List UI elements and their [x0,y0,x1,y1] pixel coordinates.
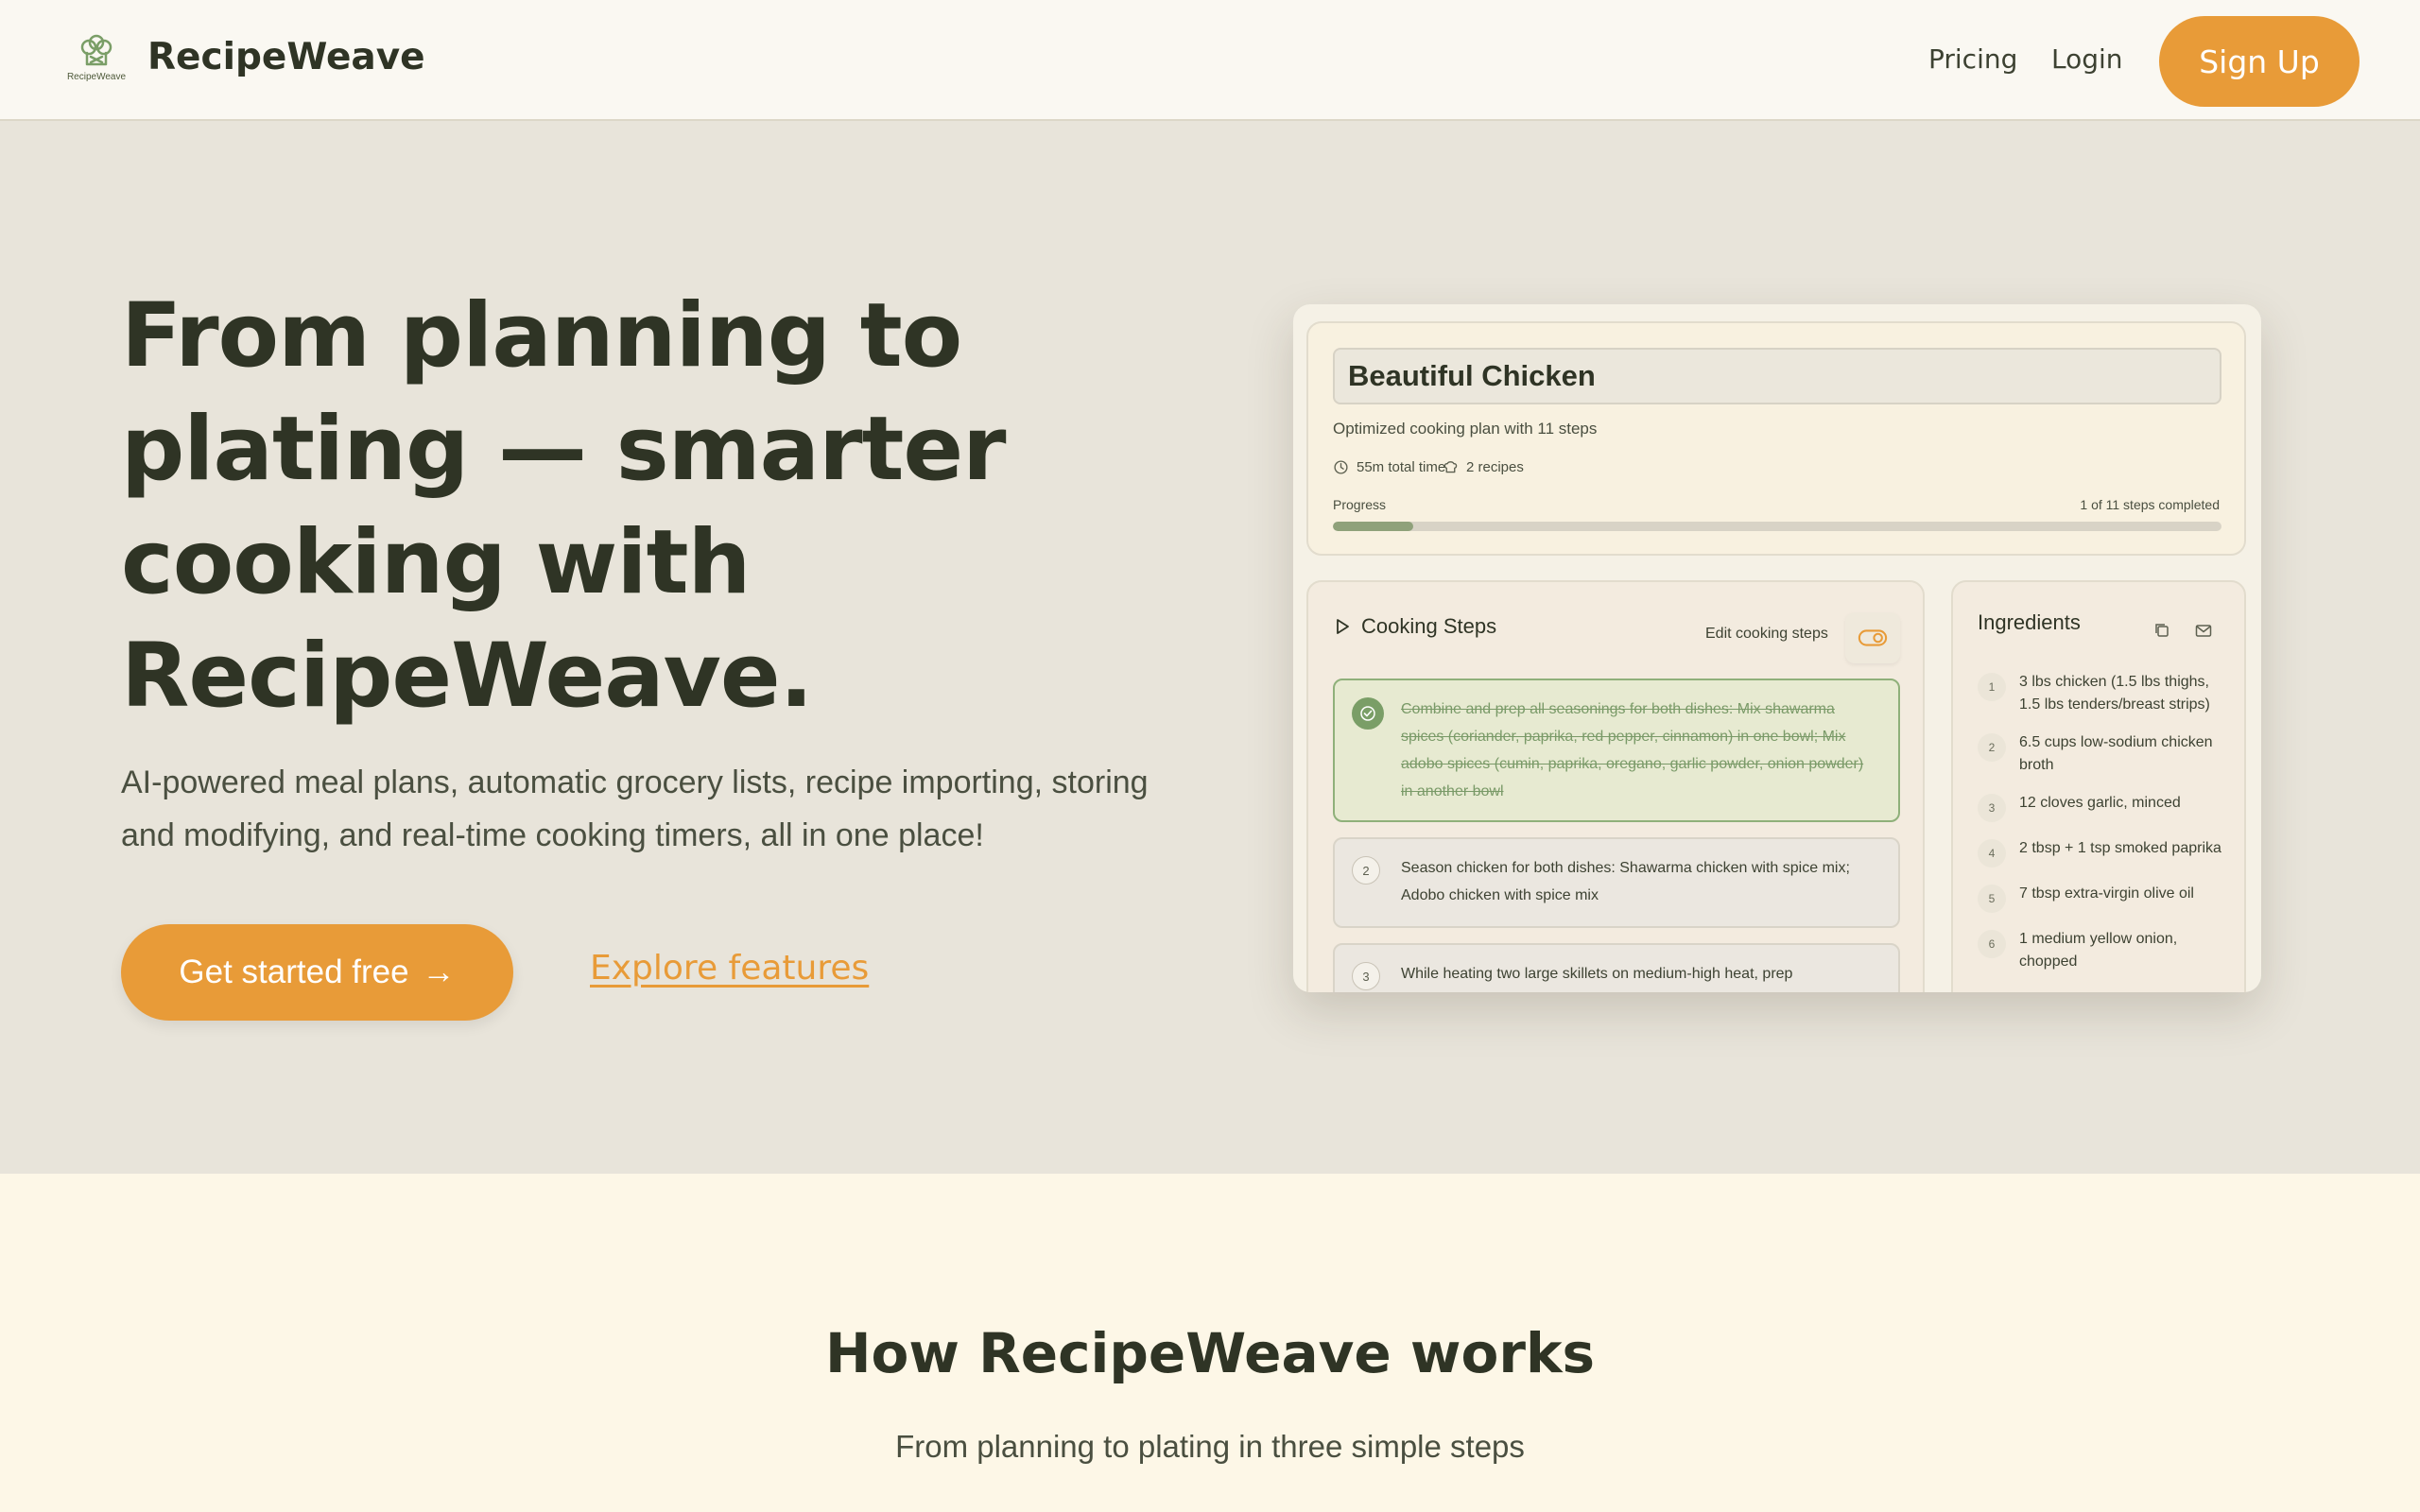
clock-icon [1334,460,1348,474]
total-time: 55m total time [1333,459,1445,475]
plan-subtitle: Optimized cooking plan with 11 steps [1333,420,1598,438]
edit-steps-toggle[interactable] [1845,612,1900,663]
ingredient-item: 3 12 cloves garlic, minced [1978,792,2233,822]
ingredient-number: 3 [1978,794,2006,822]
step-item-3[interactable]: 3 While heating two large skillets on me… [1333,943,1900,992]
app-preview: Beautiful Chicken Optimized cooking plan… [1293,304,2261,992]
play-icon [1337,619,1349,634]
nav-login-link[interactable]: Login [2051,43,2123,75]
site-header: RecipeWeave RecipeWeave Pricing Login Si… [0,0,2420,121]
ingredient-number: 4 [1978,839,2006,868]
arrow-right-icon: → [422,954,456,990]
total-time-text: 55m total time [1357,459,1446,475]
cooking-steps-card: Cooking Steps Edit cooking steps Combine… [1306,580,1925,992]
step-item-1[interactable]: Combine and prep all seasonings for both… [1333,679,1900,822]
hero-subtitle: AI-powered meal plans, automatic grocery… [121,765,1149,853]
get-started-button[interactable]: Get started free → [121,924,513,1021]
recipe-count-text: 2 recipes [1466,459,1524,475]
cooking-steps-title: Cooking Steps [1361,614,1497,638]
step-text: Combine and prep all seasonings for both… [1401,701,1864,799]
how-it-works-section: How RecipeWeave works From planning to p… [0,1174,2420,1512]
ingredient-item: 4 2 tbsp + 1 tsp smoked paprika [1978,837,2233,868]
how-it-works-subtitle: From planning to plating in three simple… [895,1429,1525,1464]
sign-up-button[interactable]: Sign Up [2159,16,2360,107]
ingredients-list: 1 3 lbs chicken (1.5 lbs thighs, 1.5 lbs … [1978,671,2233,988]
toggle-icon [1858,629,1888,646]
ingredient-number: 1 [1978,673,2006,701]
ingredient-text: 6.5 cups low-sodium chicken broth [2019,734,2213,773]
check-circle-icon[interactable] [1352,697,1384,730]
ingredient-text: 12 cloves garlic, minced [2019,795,2181,811]
ingredient-text: 7 tbsp extra-virgin olive oil [2019,885,2194,902]
ingredient-number: 6 [1978,930,2006,958]
step-number: 2 [1352,856,1380,885]
progress-label: Progress [1333,497,1387,512]
logo-text: RecipeWeave [66,72,127,82]
copy-icon[interactable] [2152,620,2172,641]
ingredient-item: 6 1 medium yellow onion, chopped [1978,928,2233,973]
cooking-steps-header[interactable]: Cooking Steps [1333,614,1496,639]
ingredient-text: 1 medium yellow onion, chopped [2019,931,2178,970]
progress-bar [1333,522,2221,531]
progress-bar-fill [1333,522,1413,531]
step-item-2[interactable]: 2 Season chicken for both dishes: Shawar… [1333,837,1900,928]
progress-count: 1 of 11 steps completed [2080,497,2220,512]
cooking-plan-card: Beautiful Chicken Optimized cooking plan… [1306,321,2246,556]
chef-hat-icon [80,34,112,66]
step-text: While heating two large skillets on medi… [1401,966,1793,982]
edit-steps-label: Edit cooking steps [1705,626,1828,642]
nav-pricing-link[interactable]: Pricing [1928,43,2017,75]
step-number: 3 [1352,962,1380,990]
chef-hat-small-icon [1443,461,1458,473]
hero-title: From planning to plating — smarter cooki… [121,284,1006,728]
brand-name[interactable]: RecipeWeave [147,36,425,78]
ingredient-item: 2 6.5 cups low-sodium chicken broth [1978,731,2233,777]
ingredients-card: Ingredients 1 3 lbs chicken (1.5 lbs thig… [1951,580,2246,992]
ingredient-number: 2 [1978,733,2006,762]
ingredient-text: 3 lbs chicken (1.5 lbs thighs, 1.5 lbs t… [2019,674,2210,713]
get-started-label: Get started free [179,954,409,990]
ingredient-item: 1 3 lbs chicken (1.5 lbs thighs, 1.5 lbs … [1978,671,2233,716]
ingredient-text: 2 tbsp + 1 tsp smoked paprika [2019,840,2221,856]
ingredient-item: 5 7 tbsp extra-virgin olive oil [1978,883,2233,913]
step-text: Season chicken for both dishes: Shawarma… [1401,860,1850,903]
recipe-count: 2 recipes [1443,459,1524,475]
logo[interactable]: RecipeWeave [64,34,129,87]
explore-features-link[interactable]: Explore features [590,949,869,988]
ingredient-number: 5 [1978,885,2006,913]
mail-icon[interactable] [2193,620,2214,641]
how-it-works-title: How RecipeWeave works [824,1321,1596,1385]
ingredients-title: Ingredients [1978,610,2081,634]
plan-title-field[interactable]: Beautiful Chicken [1333,348,2221,404]
